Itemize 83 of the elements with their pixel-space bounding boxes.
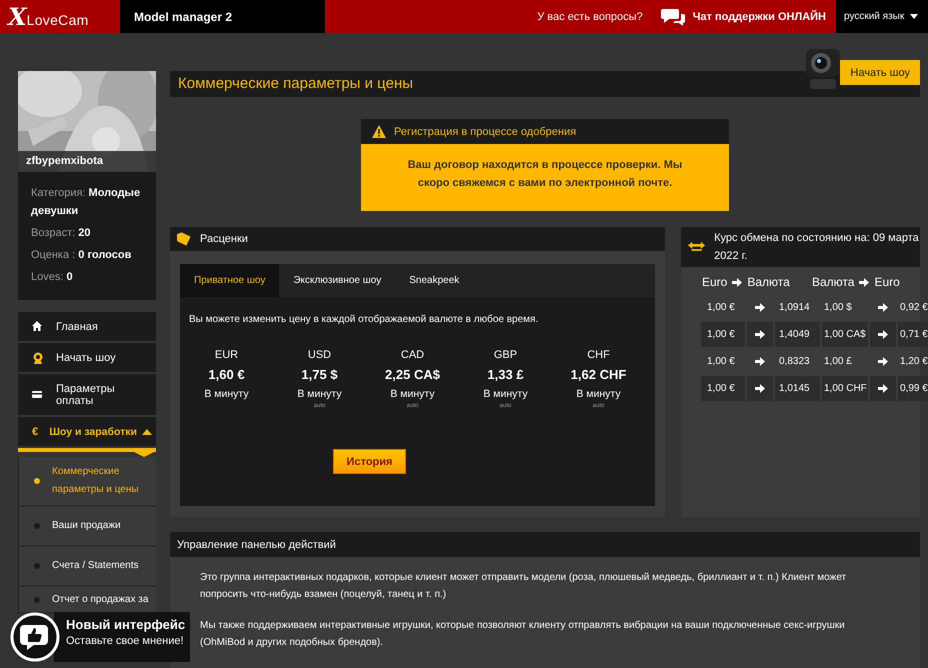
submenu-item[interactable]: Коммерческие параметры и цены bbox=[19, 457, 156, 507]
table-cell: 1,4049 bbox=[775, 322, 820, 347]
column-header: Euro bbox=[874, 275, 900, 289]
arrow-icon bbox=[755, 303, 765, 312]
table-cell-text: 0,8323 bbox=[778, 355, 811, 369]
table-cell: 0,71 € bbox=[898, 322, 928, 347]
arrow-icon bbox=[755, 384, 765, 393]
history-button[interactable]: История bbox=[333, 449, 406, 474]
exchange-icon bbox=[688, 241, 706, 253]
price: 1,62 CHF bbox=[570, 367, 628, 382]
table-cell: 1,0145 bbox=[775, 376, 820, 401]
price-unit: В минуту bbox=[296, 388, 343, 400]
table-cell-text: 1,00 € bbox=[706, 355, 736, 369]
chat-icon bbox=[660, 6, 685, 26]
table-cell: 1,00 € bbox=[701, 376, 745, 401]
panel-title: Расценки bbox=[200, 233, 248, 245]
table-cell-text: 1,00 € bbox=[706, 301, 736, 315]
alert-title: Регистрация в процессе одобрения bbox=[394, 126, 576, 138]
table-cell-text: 1,00 £ bbox=[823, 355, 853, 369]
arrow-icon bbox=[878, 357, 888, 366]
currency-code: USD bbox=[306, 349, 332, 361]
price-unit: В минуту bbox=[575, 388, 622, 400]
alert-message: Ваш договор находится в процессе проверки. Мы скоро свяжемся с вами по электронной почте. bbox=[361, 144, 729, 211]
submenu-item[interactable]: Отчет о продажах за bbox=[19, 587, 156, 614]
table-cell-text: 1,00 $ bbox=[823, 301, 853, 315]
tag-icon bbox=[177, 232, 191, 246]
webcam-icon bbox=[32, 352, 44, 364]
paragraph: Это группа интерактивных подарков, которые клиент может отправить модели (роза, плюшевый медведь, бриллиант и т. п.) Клиент может попросить что-нибудь взамен (поцелуй, танец и т. п.) bbox=[200, 571, 848, 602]
section-title: Model manager 2 bbox=[120, 0, 325, 33]
table-cell-text: 1,20 € bbox=[899, 355, 928, 369]
hint-text: Вы можете изменить цену в каждой отображаемой валюте в любое время. bbox=[189, 314, 540, 325]
price: 1,60 € bbox=[207, 367, 246, 382]
table-cell: 1,00 CHF bbox=[822, 376, 868, 401]
tab[interactable]: Приватное шоу bbox=[180, 264, 280, 297]
currency-code: CAD bbox=[400, 349, 426, 361]
paragraph: Мы также поддерживаем интерактивные игрушки, которые позволяют клиенту отправлять вибрации на ваши подключенные секс-игрушки (OhMiBod и других подобных брендов). bbox=[200, 619, 846, 650]
help-link[interactable]: У вас есть вопросы? bbox=[537, 10, 643, 22]
table-cell: 1,00 CA$ bbox=[822, 322, 868, 347]
start-show-button[interactable]: Начать шоу bbox=[840, 60, 920, 85]
tab[interactable]: Эксклюзивное шоу bbox=[279, 264, 396, 297]
table-cell: 1,00 € bbox=[701, 322, 745, 347]
feedback-toast[interactable]: Новый интерфейс Оставьте свое мнение! bbox=[54, 612, 190, 662]
home-icon bbox=[32, 320, 44, 332]
table-cell-text: 1,0914 bbox=[778, 301, 811, 315]
price: 2,25 CA$ bbox=[384, 367, 441, 382]
arrow-icon bbox=[755, 357, 765, 366]
caret-icon bbox=[910, 14, 918, 19]
currency-code: CHF bbox=[586, 349, 611, 361]
tab[interactable]: Sneakpeek bbox=[395, 264, 474, 297]
submenu-item[interactable]: Счета / Statements bbox=[19, 547, 156, 587]
price-unit: В минуту bbox=[203, 388, 250, 400]
arrow-icon bbox=[755, 330, 765, 339]
arrow-icon bbox=[878, 330, 888, 339]
profile-fact: Возраст: 20 bbox=[31, 226, 92, 241]
price: 1,33 £ bbox=[486, 367, 525, 382]
submenu-item[interactable]: Ваши продажи bbox=[19, 507, 156, 547]
table-cell: 0,99 € bbox=[898, 376, 928, 401]
column-header: Валюта bbox=[812, 275, 854, 289]
menu-item[interactable]: Главная bbox=[18, 312, 156, 341]
warning-icon bbox=[372, 125, 386, 138]
username: zfbypemxibota bbox=[18, 151, 156, 172]
price-unit: В минуту bbox=[482, 388, 529, 400]
arrow-icon bbox=[732, 278, 742, 286]
menu-item[interactable]: Параметры оплаты bbox=[18, 374, 156, 415]
currency-code: EUR bbox=[214, 349, 240, 361]
panel-title: Управление панелью действий bbox=[177, 538, 336, 550]
arrow-icon bbox=[878, 384, 888, 393]
table-cell-text: 0,92 € bbox=[899, 301, 928, 315]
profile-fact: Оценка : 0 голосов bbox=[31, 248, 132, 263]
currency-code: GBP bbox=[492, 349, 518, 361]
menu-item[interactable]: € Шоу и заработки bbox=[18, 417, 156, 446]
column-header: Валюта bbox=[747, 275, 790, 289]
arrow-icon bbox=[859, 278, 870, 286]
panel-title: Курс обмена по состоянию на: 09 марта 2022 г. bbox=[714, 231, 920, 264]
card-icon bbox=[32, 388, 44, 400]
arrow-icon bbox=[878, 303, 888, 312]
price: 1,75 $ bbox=[300, 367, 339, 382]
menu-item[interactable]: Начать шоу bbox=[18, 343, 156, 372]
language-dropdown[interactable]: русский язык bbox=[836, 0, 928, 33]
profile-fact: Категория: Молодые девушки bbox=[31, 186, 142, 219]
profile-fact: Loves: 0 bbox=[31, 270, 74, 285]
price-unit: В минуту bbox=[389, 388, 436, 400]
column-header: Euro bbox=[702, 275, 728, 289]
